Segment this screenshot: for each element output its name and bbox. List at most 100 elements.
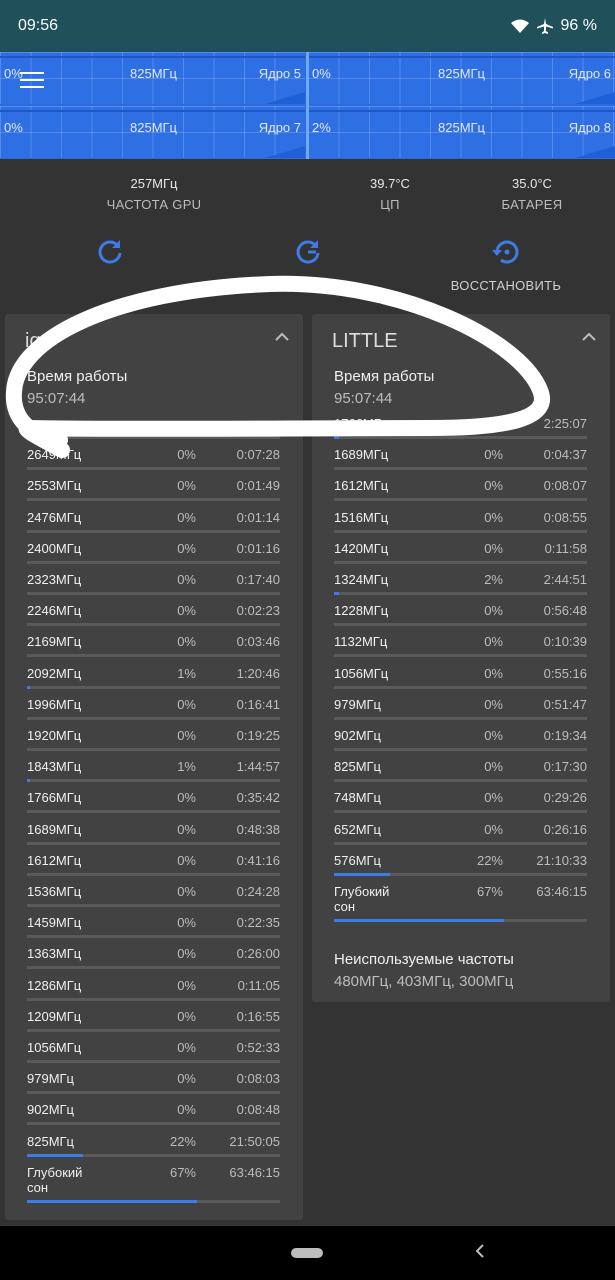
frequency-label: 979МГц [27,1071,75,1087]
frequency-time: 0:17:30 [543,759,587,775]
frequency-row: 1516МГц 0% 0:08:55 [334,506,587,537]
frequency-percent: 0% [177,1040,196,1055]
frequency-row: 576МГц 22% 21:10:33 [334,849,587,880]
frequency-percent: 0% [484,540,503,556]
usage-bar [27,467,280,471]
frequency-label: Глубокий сон [334,884,390,914]
frequency-percent: 0% [484,759,503,775]
frequency-label: 979МГц [334,696,382,712]
usage-bar [27,748,280,751]
core-freq: 825МГц [130,66,178,81]
frequency-time: 0:16:41 [236,696,280,712]
core-label: Ядро 8 [568,120,611,135]
frequency-percent: 0% [177,821,196,837]
card-title: ig [25,330,41,352]
frequency-row: 2169МГц 0% 0:03:46 [27,630,280,661]
frequency-label: 1132МГц [334,634,388,650]
frequency-label: 902МГц [334,728,382,743]
frequency-label: 1996МГц [27,696,82,712]
frequency-label: 748МГц [334,790,382,806]
usage-bar [27,685,280,689]
frequency-label: 1612МГц [27,852,82,868]
frequency-time: 0:11:05 [237,977,280,993]
frequency-time: 0:01:16 [236,540,280,556]
frequency-time: 0:26:16 [543,821,587,837]
usage-bar [27,1028,280,1032]
frequency-row: 979МГц 0% 0:51:47 [334,693,587,724]
core-graph-6: 0% 825МГц Ядро 6 [308,52,615,104]
frequency-percent: 22% [169,1133,196,1149]
battery-temperature-stat: 35.0°C БАТАРЕЯ [472,176,592,212]
frequency-row: 2476МГц 0% 0:01:14 [27,506,280,537]
refresh-button[interactable] [30,238,190,278]
uptime-value: 95:07:44 [334,390,393,407]
frequency-time: 0:17:40 [236,572,280,587]
frequency-row: 1920МГц 0% 0:19:25 [27,724,280,755]
refresh-icon [98,240,122,264]
frequency-label: 1766МГц [27,790,82,806]
frequency-time: 21:50:05 [229,1133,280,1149]
stat-value: 257МГц [130,176,178,191]
frequency-percent: 0% [177,478,196,494]
status-icons: 96 % [510,17,597,35]
usage-bar-fill [27,685,30,689]
frequency-row: 1209МГц 0% 0:16:55 [27,1005,280,1036]
frequency-label: 576МГц [334,852,382,868]
frequency-row: 652МГц 0% 0:26:16 [334,818,587,849]
frequency-percent: 0% [177,634,196,650]
frequency-percent: 0% [484,821,503,837]
frequency-time: 0:01:14 [236,509,280,525]
gpu-frequency-stat: 257МГц ЧАСТОТА GPU [94,176,214,212]
frequency-row: 1056МГц 0% 0:52:33 [27,1036,280,1067]
usage-bar [27,904,280,907]
frequency-label: 825МГц [334,759,382,775]
frequency-time: 0:02:23 [236,603,280,619]
usage-bar-fill [334,436,340,439]
frequency-label: 2323МГц [27,572,82,587]
frequency-percent: 0% [177,447,196,463]
usage-bar [27,498,280,502]
unused-frequencies-label: Неиспользуемые частоты [334,951,514,968]
frequency-row: 902МГц 0% 0:08:48 [27,1098,280,1129]
chevron-up-icon[interactable] [275,332,289,342]
frequency-row: 1286МГц 0% 0:11:05 [27,974,280,1005]
chevron-up-icon[interactable] [582,332,596,342]
usage-bar [334,841,587,845]
cpu-temperature-stat: 39.7°C ЦП [330,176,450,212]
home-pill[interactable] [291,1248,323,1258]
usage-bar-fill [27,779,30,783]
frequency-row: 1843МГц 1% 1:44:57 [27,755,280,786]
frequency-row: 2246МГц 0% 0:02:23 [27,599,280,630]
frequency-percent: 0% [177,977,196,993]
frequency-label: 1920МГц [27,728,82,743]
frequency-percent: 0% [177,1008,196,1024]
frequency-time: 0:26:00 [236,946,280,962]
usage-bar [27,1091,280,1095]
usage-bar [334,436,587,439]
frequency-label: 2476МГц [27,509,82,525]
usage-bar [334,872,587,876]
frequency-row: 825МГц 0% 0:17:30 [334,755,587,786]
action-label: ВОССТАНОВИТЬ [450,278,562,293]
menu-icon[interactable] [20,72,44,90]
restore-button[interactable]: ВОССТАНОВИТЬ [426,238,586,293]
frequency-percent: 22% [476,852,503,868]
usage-bar [334,592,587,595]
frequency-row: 1996МГц 0% 0:16:41 [27,693,280,724]
frequency-time: 2:44:51 [543,572,587,587]
frequency-label: 1324МГц [334,572,389,587]
back-icon[interactable] [472,1242,488,1260]
frequency-percent: 0% [177,946,196,962]
frequency-label: 1843МГц [27,759,82,775]
frequency-time: 0:19:25 [236,728,280,743]
frequency-label: 1689МГц [27,821,82,837]
frequency-time: 0:08:07 [543,478,587,494]
frequency-percent: 2% [484,416,503,431]
frequency-row: 1766МГц 0% 0:35:42 [27,786,280,817]
frequency-row: 979МГц 0% 0:08:03 [27,1067,280,1098]
frequency-time: 0:24:28 [236,884,280,899]
frequency-row: 902МГц 0% 0:19:34 [334,724,587,755]
core-label: Ядро 5 [258,66,301,81]
reset-button[interactable]: СБРОС [228,238,388,293]
wifi-icon [510,19,529,33]
